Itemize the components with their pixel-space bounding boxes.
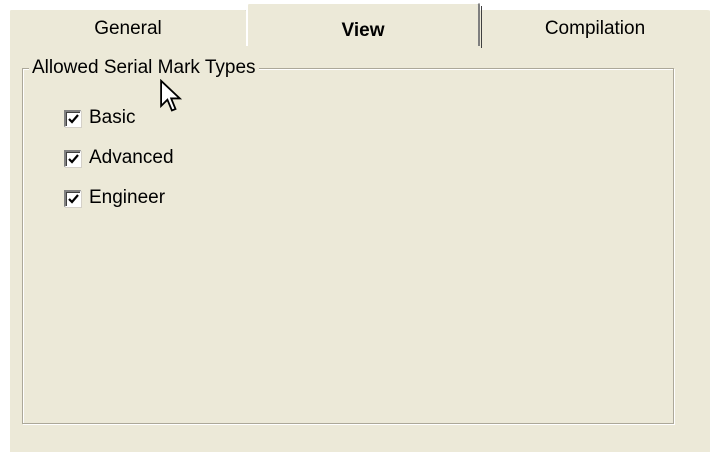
basic-checkbox[interactable] [64,109,81,127]
advanced-checkbox[interactable] [64,149,81,167]
engineer-checkbox[interactable] [64,189,81,207]
groupbox-title: Allowed Serial Mark Types [29,57,259,79]
tab-general-label: General [94,18,162,39]
checkmark-icon [67,193,79,204]
tab-view-label: View [341,20,385,41]
properties-dialog: General Compilation View Allowed Serial … [0,0,710,452]
engineer-checkbox-row[interactable]: Engineer [64,187,165,209]
basic-label[interactable]: Basic [89,107,135,129]
basic-checkbox-row[interactable]: Basic [64,107,135,129]
tab-view[interactable]: View [246,2,482,52]
checkmark-icon [67,153,79,164]
advanced-checkbox-row[interactable]: Advanced [64,147,174,169]
tab-compilation[interactable]: Compilation [478,8,710,46]
advanced-label[interactable]: Advanced [89,147,174,169]
tab-compilation-label: Compilation [544,18,646,39]
engineer-label[interactable]: Engineer [89,187,165,209]
checkmark-icon [67,113,79,124]
tab-view-connector [246,46,480,52]
tab-general[interactable]: General [8,8,250,46]
